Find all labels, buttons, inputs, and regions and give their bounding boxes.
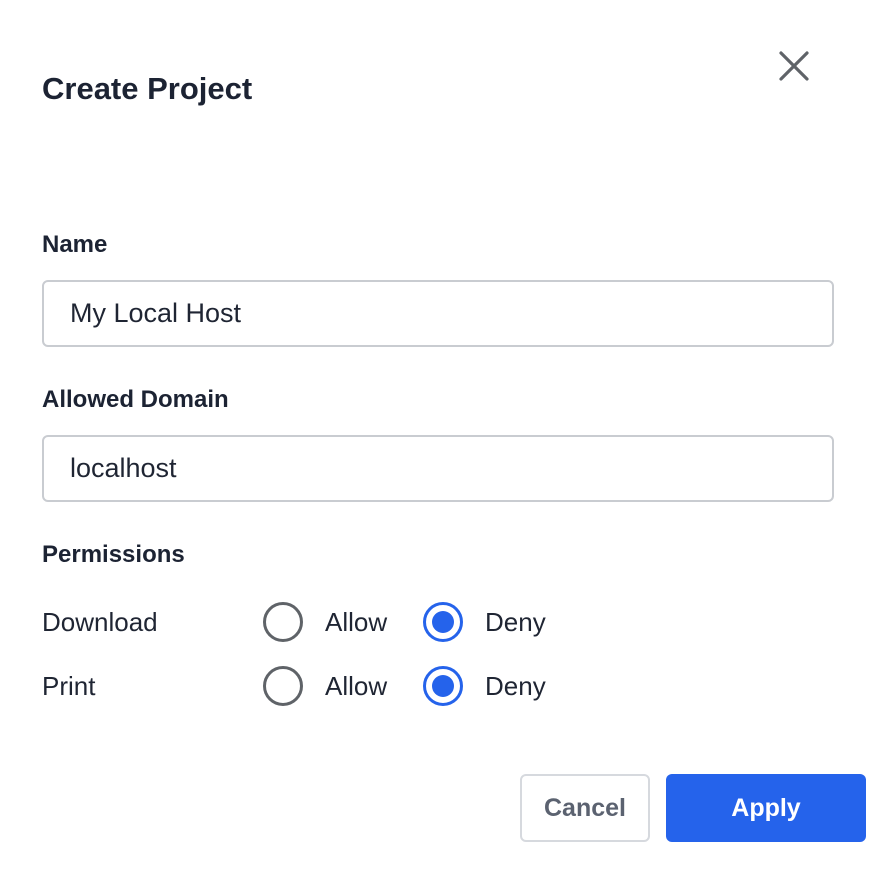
print-allow-radio[interactable]: Allow <box>263 664 387 708</box>
radio-label: Allow <box>325 671 388 701</box>
allowed-domain-label: Allowed Domain <box>42 386 229 413</box>
radio-checked-icon <box>423 666 463 706</box>
radio-label: Deny <box>485 607 546 637</box>
radio-label: Deny <box>485 671 546 701</box>
permission-row-download: Download Allow Deny <box>42 600 602 644</box>
name-label: Name <box>42 231 108 258</box>
close-icon <box>778 50 810 82</box>
close-button[interactable] <box>772 44 816 88</box>
radio-label: Allow <box>325 607 388 637</box>
cancel-button[interactable]: Cancel <box>520 774 650 842</box>
download-allow-radio[interactable]: Allow <box>263 600 387 644</box>
allowed-domain-input[interactable] <box>42 435 834 502</box>
name-input[interactable] <box>42 280 834 347</box>
download-deny-radio[interactable]: Deny <box>423 600 546 644</box>
dialog-title: Create Project <box>42 71 253 106</box>
radio-checked-icon <box>423 602 463 642</box>
create-project-dialog: Create Project Name Allowed Domain Permi… <box>0 0 878 876</box>
permissions-heading: Permissions <box>42 541 185 568</box>
permission-name: Download <box>42 607 158 637</box>
apply-button[interactable]: Apply <box>666 774 866 842</box>
print-deny-radio[interactable]: Deny <box>423 664 546 708</box>
radio-unchecked-icon <box>263 666 303 706</box>
permission-name: Print <box>42 671 96 701</box>
radio-unchecked-icon <box>263 602 303 642</box>
permission-row-print: Print Allow Deny <box>42 664 602 708</box>
